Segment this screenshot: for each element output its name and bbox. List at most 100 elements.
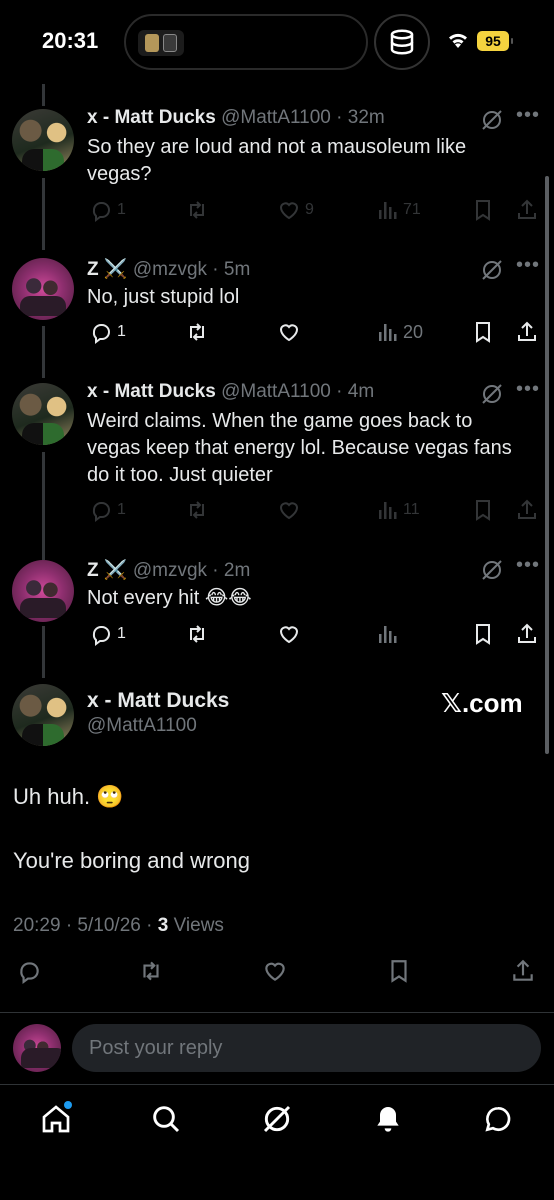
like-button[interactable]	[277, 320, 301, 344]
display-name[interactable]: x - Matt Ducks	[87, 381, 216, 402]
share-button[interactable]	[515, 622, 539, 646]
share-button[interactable]	[515, 320, 539, 344]
nav-notifications[interactable]	[368, 1099, 408, 1139]
divider	[0, 1012, 554, 1013]
views-button[interactable]: 20	[375, 320, 423, 344]
main-tweet-timestamp[interactable]: 20:29 · 5/10/26 · 3 Views	[13, 915, 224, 937]
status-time: 20:31	[42, 28, 99, 53]
bookmark-button[interactable]	[471, 198, 495, 222]
handle[interactable]: @mzvgk	[133, 560, 207, 581]
share-icon	[518, 199, 536, 219]
views-icon	[379, 502, 397, 519]
search-icon	[153, 1106, 180, 1133]
more-options-icon[interactable]: •••	[516, 554, 540, 577]
tweet-text: So they are loud and not a mausoleum lik…	[87, 136, 467, 185]
bookmark-button[interactable]	[471, 320, 495, 344]
nav-home[interactable]	[36, 1099, 76, 1139]
reply-button[interactable]: 1	[89, 622, 126, 646]
tweet-actions: 1 9 71	[87, 198, 547, 226]
repost-icon	[143, 961, 159, 981]
reply-button[interactable]	[16, 958, 42, 984]
main-tweet-text-line2: You're boring and wrong	[13, 848, 251, 873]
reply-button[interactable]: 1	[89, 198, 126, 222]
reply-icon	[92, 502, 110, 522]
timestamp[interactable]: 4m	[348, 381, 374, 402]
bookmark-button[interactable]	[386, 958, 412, 984]
timestamp[interactable]: 32m	[348, 107, 385, 128]
grok-icon[interactable]	[480, 108, 504, 132]
like-button[interactable]: 9	[277, 198, 314, 222]
bookmark-button[interactable]	[471, 498, 495, 522]
repost-icon	[190, 501, 204, 519]
avatar[interactable]	[12, 560, 74, 622]
notifications-icon	[377, 1107, 399, 1132]
views-button[interactable]: 71	[375, 198, 421, 222]
like-button[interactable]	[277, 622, 301, 646]
timestamp[interactable]: 5m	[224, 259, 250, 280]
share-icon	[518, 499, 536, 519]
views-icon	[379, 626, 397, 643]
bookmark-icon	[476, 500, 490, 521]
reply-count: 1	[117, 625, 126, 642]
thread-line	[42, 84, 45, 106]
reply-icon	[92, 202, 110, 222]
view-count: 71	[403, 201, 421, 218]
reply-button[interactable]: 1	[89, 320, 126, 344]
reply-button[interactable]: 1	[89, 498, 126, 522]
handle[interactable]: @MattA1100	[221, 107, 331, 128]
tweet-actions: 1 20	[87, 320, 547, 348]
more-options-icon[interactable]: •••	[516, 104, 540, 127]
views-icon	[379, 202, 397, 219]
heart-icon	[265, 962, 285, 981]
bookmark-icon	[476, 200, 490, 221]
more-options-icon[interactable]: •••	[516, 254, 540, 277]
main-tweet-handle[interactable]: @MattA1100	[87, 715, 197, 737]
post-time: 20:29 · 5/10/26 ·	[13, 915, 158, 936]
timestamp[interactable]: 2m	[224, 560, 250, 581]
nav-grok[interactable]	[257, 1099, 297, 1139]
handle[interactable]: @MattA1100	[221, 381, 331, 402]
scrollbar[interactable]	[545, 176, 549, 754]
repost-icon	[190, 201, 204, 219]
main-tweet-text-line1: Uh huh. 🙄	[13, 784, 124, 809]
like-count: 9	[305, 201, 314, 218]
views-button[interactable]: 11	[375, 498, 420, 522]
like-button[interactable]	[262, 958, 288, 984]
more-options-icon[interactable]: •••	[516, 378, 540, 401]
display-name[interactable]: Z ⚔️	[87, 259, 128, 280]
avatar[interactable]	[12, 258, 74, 320]
grok-icon[interactable]	[480, 382, 504, 406]
main-tweet-avatar[interactable]	[12, 684, 74, 746]
repost-button[interactable]	[185, 498, 209, 522]
repost-button[interactable]	[185, 198, 209, 222]
grok-icon[interactable]	[480, 258, 504, 282]
handle[interactable]: @mzvgk	[133, 259, 207, 280]
share-icon	[513, 959, 533, 981]
nav-messages[interactable]	[478, 1099, 518, 1139]
dynamic-island[interactable]	[124, 14, 368, 70]
views-button[interactable]	[375, 622, 403, 646]
repost-button[interactable]	[185, 622, 209, 646]
display-name[interactable]: Z ⚔️	[87, 560, 128, 581]
grok-icon[interactable]	[480, 558, 504, 582]
main-tweet-display-name[interactable]: x - Matt Ducks	[87, 689, 229, 713]
like-button[interactable]	[277, 498, 301, 522]
tweet-text: Not every hit 😂😂	[87, 587, 252, 609]
repost-button[interactable]	[185, 320, 209, 344]
watermark: 𝕏.com	[441, 688, 523, 718]
share-button[interactable]	[510, 958, 536, 984]
share-button[interactable]	[515, 498, 539, 522]
database-icon[interactable]	[374, 14, 430, 70]
heart-icon	[279, 324, 299, 342]
view-count: 20	[403, 321, 424, 342]
reply-input[interactable]: Post your reply	[72, 1024, 541, 1072]
views-icon	[379, 324, 397, 341]
avatar[interactable]	[12, 109, 74, 171]
avatar[interactable]	[12, 383, 74, 445]
repost-button[interactable]	[138, 958, 164, 984]
nav-search[interactable]	[146, 1099, 186, 1139]
tweet-actions: 1	[87, 622, 547, 650]
display-name[interactable]: x - Matt Ducks	[87, 107, 216, 128]
bookmark-button[interactable]	[471, 622, 495, 646]
share-button[interactable]	[515, 198, 539, 222]
